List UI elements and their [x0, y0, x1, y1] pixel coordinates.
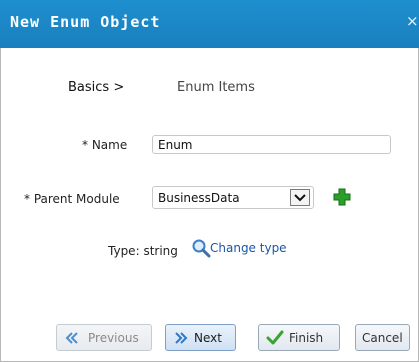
previous-button[interactable]: Previous	[56, 324, 152, 351]
parent-module-label: * Parent Module	[24, 192, 120, 206]
finish-label: Finish	[289, 331, 324, 345]
next-label: Next	[194, 331, 222, 345]
wizard-step-basics: Basics >	[68, 80, 125, 95]
name-label: * Name	[82, 138, 128, 152]
double-chevron-right-icon	[174, 331, 188, 348]
change-type-link[interactable]: Change type	[210, 241, 287, 255]
previous-label: Previous	[88, 331, 139, 345]
close-icon[interactable]: ×	[406, 12, 419, 30]
finish-button[interactable]: Finish	[258, 324, 340, 351]
parent-module-value: BusinessData	[158, 191, 240, 205]
chevron-down-icon[interactable]	[290, 189, 310, 206]
type-value: string	[143, 244, 178, 258]
type-label-text: Type:	[108, 244, 140, 258]
dialog-titlebar: New Enum Object ×	[0, 0, 419, 48]
plus-icon[interactable]	[333, 188, 351, 209]
magnifier-icon[interactable]	[191, 238, 211, 261]
wizard-step-enum-items[interactable]: Enum Items	[177, 80, 255, 95]
type-label: Type: string	[108, 244, 178, 258]
dialog-title: New Enum Object	[10, 13, 161, 31]
cancel-button[interactable]: Cancel	[355, 324, 410, 351]
cancel-label: Cancel	[362, 331, 403, 345]
name-input-value: Enum	[158, 138, 193, 152]
next-button[interactable]: Next	[165, 324, 236, 351]
checkmark-icon	[266, 330, 284, 348]
name-input[interactable]: Enum	[152, 135, 391, 154]
double-chevron-left-icon	[65, 331, 79, 348]
